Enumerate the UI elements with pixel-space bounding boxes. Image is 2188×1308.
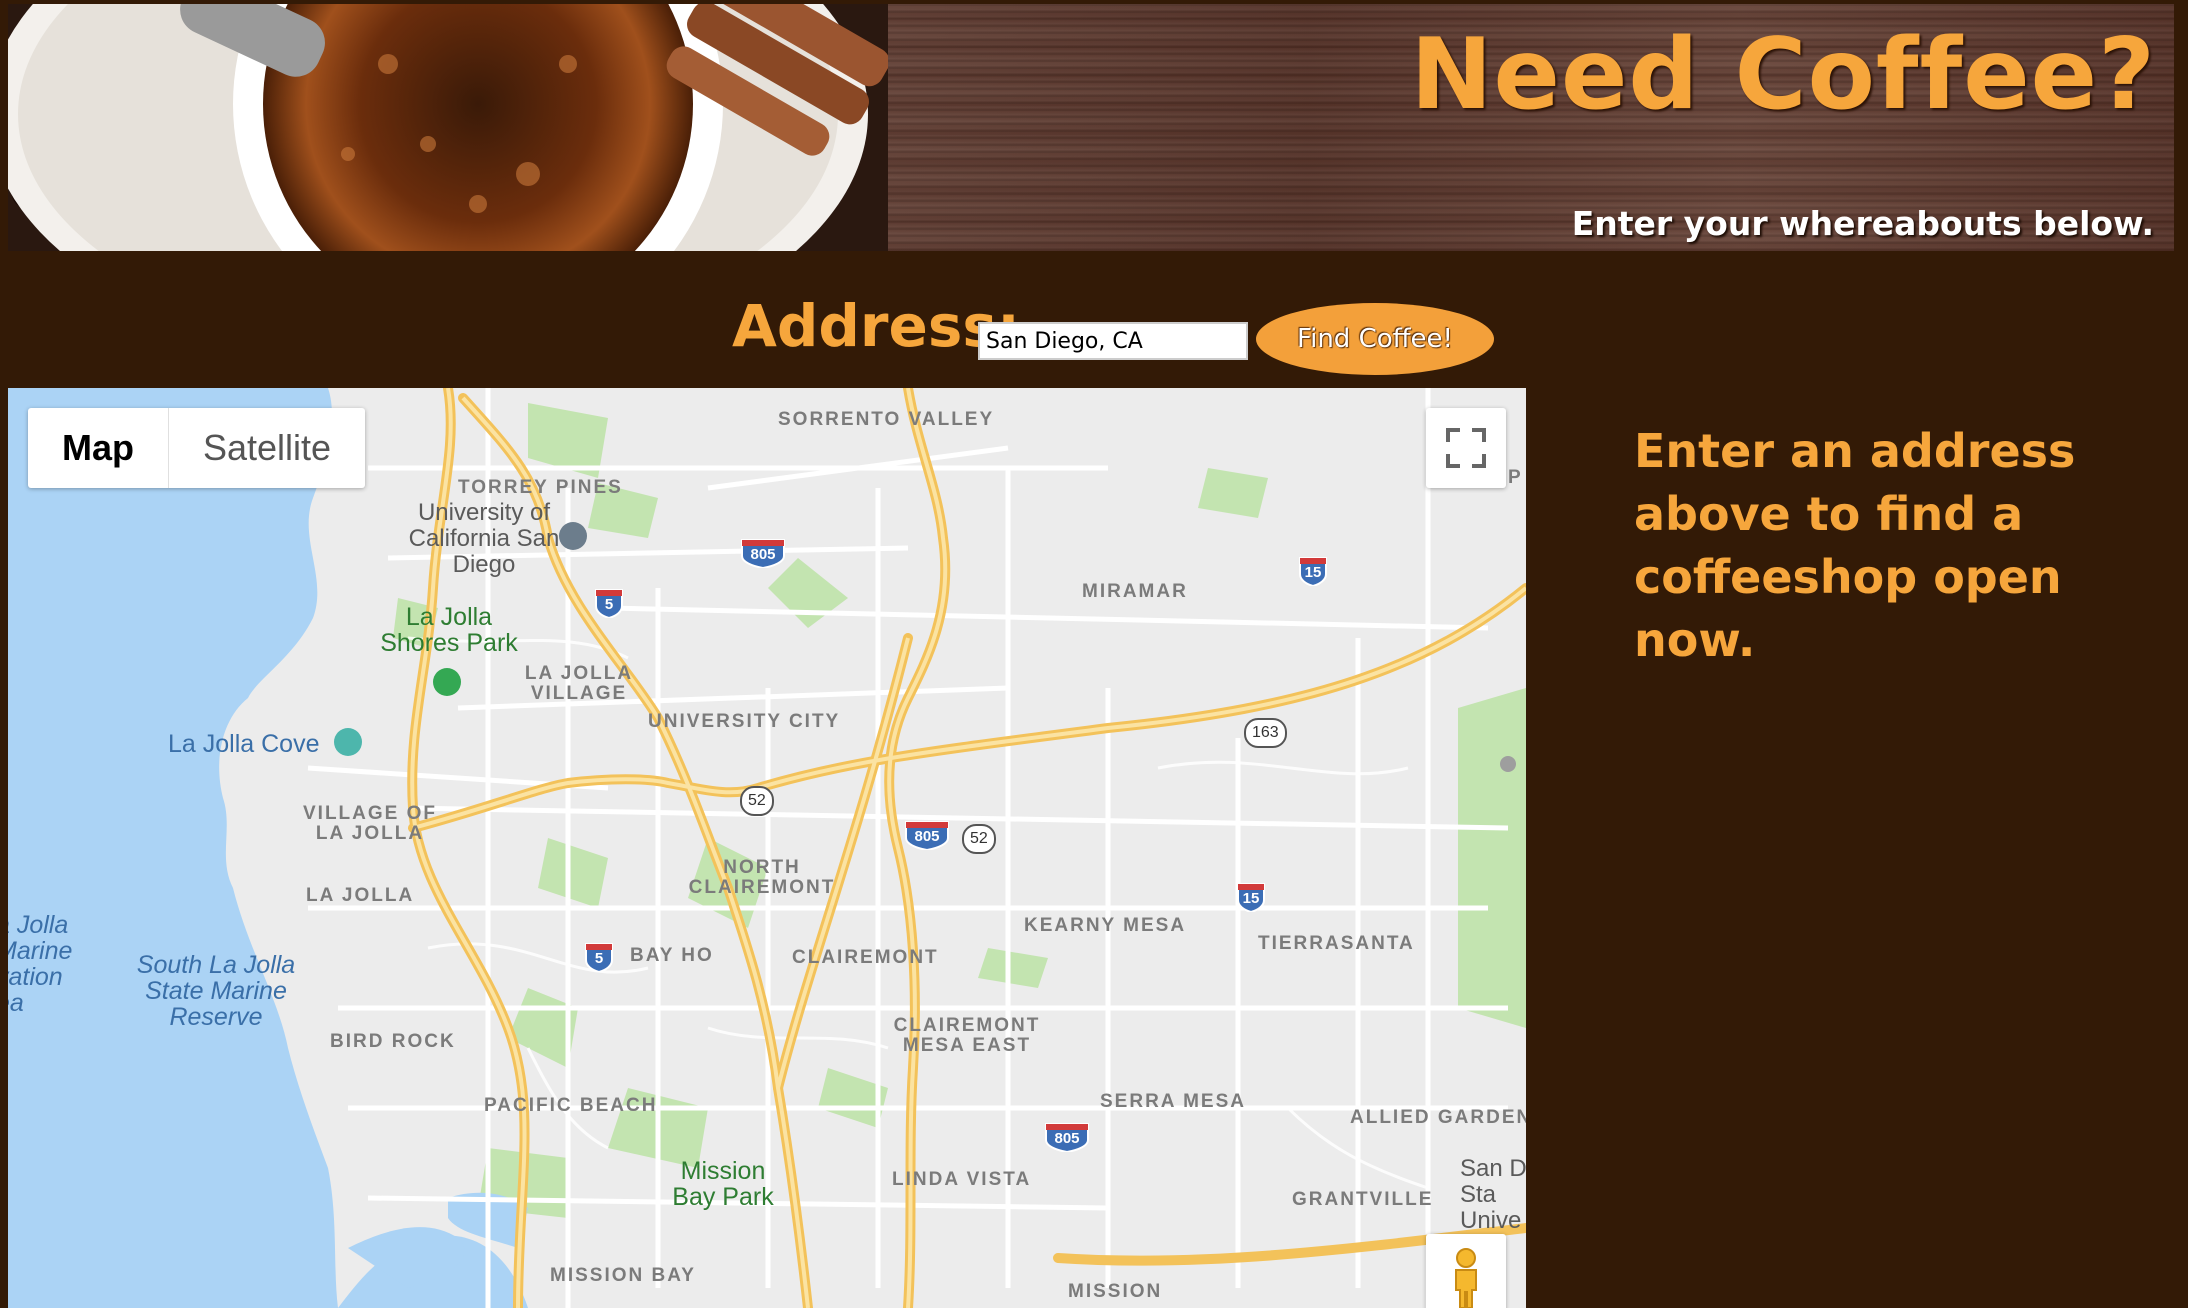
map-label-linda-vista: LINDA VISTA (892, 1169, 1032, 1190)
street-view-pegman-button[interactable] (1426, 1234, 1506, 1308)
map-label-serra-mesa: SERRA MESA (1100, 1091, 1246, 1112)
state-route-163-shield: 163 (1244, 718, 1287, 748)
interstate-805-shield: 805 (740, 538, 786, 568)
map-label-sorrento-valley: SORRENTO VALLEY (778, 409, 995, 430)
interstate-15-shield: 15 (1236, 882, 1266, 912)
map-type-control: Map Satellite (28, 408, 366, 488)
map-label-pacific-beach: PACIFIC BEACH (484, 1095, 658, 1116)
map-label-mission-valley-east: MISSION (1068, 1281, 1163, 1302)
map-label-allied-gardens: ALLIED GARDENS (1350, 1107, 1526, 1128)
state-route-52-shield: 52 (740, 786, 774, 816)
map-label-la-jolla-shores-park: La Jolla Shores Park (380, 603, 518, 657)
map-label-la-jolla: LA JOLLA (306, 885, 415, 906)
pegman-icon (1455, 1248, 1477, 1308)
interstate-5-shield: 5 (594, 588, 624, 618)
map-label-clairemont: CLAIREMONT (792, 947, 939, 968)
map-label-sdsu: San D Sta Unive (1460, 1155, 1526, 1234)
map-label-village-of-la-jolla: VILLAGE OF LA JOLLA (303, 803, 437, 844)
map-type-satellite-button[interactable]: Satellite (169, 408, 365, 488)
map-label-bay-ho: BAY HO (630, 945, 714, 966)
map-label-grantville: GRANTVILLE (1292, 1189, 1434, 1210)
interstate-15-shield: 15 (1298, 556, 1328, 586)
address-label: Address: (732, 292, 1021, 360)
state-route-52-shield: 52 (962, 824, 996, 854)
map-label-la-jolla-reserve: a Jolla Marine vation ea (8, 911, 73, 1017)
map-label-kearny-mesa: KEARNY MESA (1024, 915, 1187, 936)
map-label-ucsd: University of California San Diego (408, 499, 560, 578)
map-label-la-jolla-village: LA JOLLA VILLAGE (524, 663, 634, 704)
map-label-tierrasanta: TIERRASANTA (1258, 933, 1415, 954)
map-label-mission-bay: MISSION BAY (550, 1265, 696, 1286)
fullscreen-icon (1446, 428, 1486, 468)
map-label-torrey-pines: TORREY PINES (458, 477, 623, 498)
map-label-la-jolla-cove: La Jolla Cove (168, 730, 320, 758)
header-banner: Need Coffee? Enter your whereabouts belo… (8, 4, 2174, 251)
interstate-805-shield: 805 (1044, 1122, 1090, 1152)
fullscreen-button[interactable] (1426, 408, 1506, 488)
site-subtitle: Enter your whereabouts below. (1571, 204, 2154, 243)
map-label-mission-bay-park: Mission Bay Park (672, 1157, 774, 1211)
map-label-south-la-jolla-reserve: South La Jolla State Marine Reserve (136, 951, 296, 1031)
map-label-clairemont-mesa-east: CLAIREMONT MESA EAST (893, 1015, 1041, 1056)
address-input[interactable] (978, 322, 1248, 360)
map-label-north-clairemont: NORTH CLAIREMONT (688, 857, 836, 898)
map-label-university-city: UNIVERSITY CITY (648, 711, 841, 732)
site-title: Need Coffee? (1410, 18, 2156, 132)
coffee-cup-photo (8, 4, 888, 251)
results-message: Enter an address above to find a coffees… (1634, 424, 2076, 667)
find-coffee-button[interactable]: Find Coffee! (1256, 303, 1494, 375)
map-label-bird-rock: BIRD ROCK (330, 1031, 456, 1052)
interstate-805-shield: 805 (904, 820, 950, 850)
interstate-5-shield: 5 (584, 942, 614, 972)
map-view[interactable]: SORRENTO VALLEY TORREY PINES University … (8, 388, 1526, 1308)
map-label-miramar: MIRAMAR (1082, 581, 1188, 602)
map-label-edge-p: P (1508, 467, 1523, 488)
map-type-map-button[interactable]: Map (28, 408, 169, 488)
